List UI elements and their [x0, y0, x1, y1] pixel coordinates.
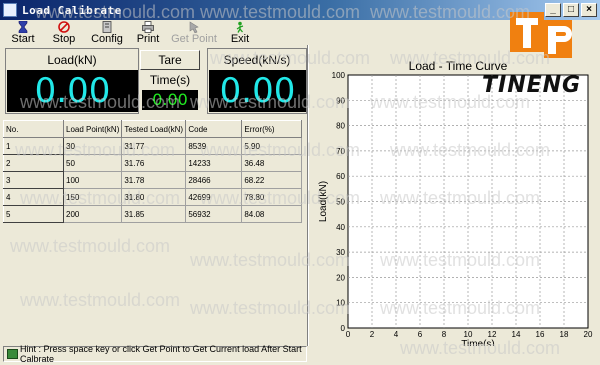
cell-code: 28466 [185, 171, 243, 189]
exit-icon [233, 21, 247, 33]
cell-load-point: 50 [62, 154, 123, 172]
load-title: Load(kN) [47, 53, 97, 67]
y-tick-label: 90 [336, 96, 345, 105]
col-code-header: Code [185, 120, 243, 138]
cell-code: 56932 [185, 205, 243, 223]
cell-load-point: 150 [62, 188, 123, 206]
time-display: 0.00 [142, 90, 198, 110]
speed-title: Speed(kN/s) [223, 53, 291, 67]
row-number: 4 [3, 188, 64, 206]
table-row[interactable]: 3 100 31.78 28466 68.22 [3, 171, 303, 189]
window-title: Load Calibrate [22, 3, 122, 17]
cell-load-point: 30 [62, 137, 123, 155]
cell-code: 42699 [185, 188, 243, 206]
y-tick-label: 10 [336, 299, 345, 308]
print-button[interactable]: Print [130, 20, 166, 46]
table-row[interactable]: 5 200 31.85 56932 84.08 [3, 205, 303, 223]
load-display: 0.00 [7, 70, 138, 112]
cell-code: 8539 [185, 137, 243, 155]
stop-button[interactable]: Stop [44, 20, 84, 46]
y-tick-label: 60 [336, 172, 345, 181]
x-tick-label: 0 [346, 330, 351, 339]
y-tick-label: 20 [336, 273, 345, 282]
col-tested-load-header: Tested Load(kN) [121, 120, 187, 138]
row-number: 3 [3, 171, 64, 189]
exit-button[interactable]: Exit [222, 20, 258, 46]
cell-tested-load: 31.78 [121, 171, 187, 189]
cell-code: 14233 [185, 154, 243, 172]
cell-load-point: 200 [62, 205, 123, 223]
y-tick-label: 50 [336, 198, 345, 207]
brand-text: TINENG [482, 73, 582, 98]
cell-error: 84.08 [241, 205, 303, 223]
x-tick-label: 8 [442, 330, 447, 339]
cell-error: 36.48 [241, 154, 303, 172]
col-load-point-header: Load Point(kN) [62, 120, 123, 138]
app-icon [3, 3, 17, 17]
x-axis-label: Time(s) [461, 339, 495, 346]
tare-button[interactable]: Tare [140, 50, 200, 70]
calibration-table: No. Load Point(kN) Tested Load(kN) Code … [3, 120, 303, 223]
status-bar: Hint : Press space key or click Get Poin… [3, 344, 307, 364]
x-tick-label: 14 [512, 330, 521, 339]
x-tick-label: 16 [536, 330, 545, 339]
cell-error: 68.22 [241, 171, 303, 189]
cell-load-point: 100 [62, 171, 123, 189]
table-row[interactable]: 1 30 31.77 8539 5.90 [3, 137, 303, 155]
x-tick-label: 4 [394, 330, 399, 339]
cell-error: 78.80 [241, 188, 303, 206]
cell-tested-load: 31.76 [121, 154, 187, 172]
row-number: 5 [3, 205, 64, 223]
col-error-header: Error(%) [241, 120, 303, 138]
config-button[interactable]: Config [84, 20, 130, 46]
x-tick-label: 20 [584, 330, 593, 339]
y-tick-label: 40 [336, 223, 345, 232]
x-tick-label: 10 [464, 330, 473, 339]
time-title: Time(s) [149, 73, 191, 87]
x-tick-label: 18 [560, 330, 569, 339]
get-point-icon [187, 21, 201, 33]
col-no-header: No. [3, 120, 64, 138]
cell-error: 5.90 [241, 137, 303, 155]
x-tick-label: 6 [418, 330, 423, 339]
y-tick-label: 30 [336, 248, 345, 257]
hourglass-icon [16, 21, 30, 33]
config-icon [100, 21, 114, 33]
row-number: 1 [3, 137, 64, 155]
cell-tested-load: 31.77 [121, 137, 187, 155]
y-tick-label: 0 [341, 324, 346, 333]
table-header-row: No. Load Point(kN) Tested Load(kN) Code … [3, 120, 303, 138]
chart-title: Load - Time Curve [409, 59, 508, 73]
cell-tested-load: 31.80 [121, 188, 187, 206]
printer-icon [141, 21, 155, 33]
watermark: www.testmould.com [10, 236, 171, 256]
table-row[interactable]: 4 150 31.80 42699 78.80 [3, 188, 303, 206]
stop-icon [57, 21, 71, 33]
y-tick-label: 100 [332, 71, 346, 80]
x-tick-label: 2 [370, 330, 375, 339]
watermark: www.testmould.com [20, 290, 181, 310]
y-axis-label: Load(kN) [318, 181, 329, 222]
get-point-button[interactable]: Get Point [166, 20, 222, 46]
y-tick-label: 70 [336, 147, 345, 156]
start-button[interactable]: Start [2, 20, 44, 46]
splitter[interactable] [307, 45, 309, 346]
row-number: 2 [3, 154, 64, 172]
hint-icon [7, 349, 18, 359]
x-tick-label: 12 [488, 330, 497, 339]
cell-tested-load: 31.85 [121, 205, 187, 223]
hint-text: Hint : Press space key or click Get Poin… [19, 344, 302, 364]
speed-display: 0.00 [209, 70, 306, 112]
tineng-logo: TINENG [482, 12, 588, 107]
table-row[interactable]: 2 50 31.76 14233 36.48 [3, 154, 303, 172]
y-tick-label: 80 [336, 122, 345, 131]
